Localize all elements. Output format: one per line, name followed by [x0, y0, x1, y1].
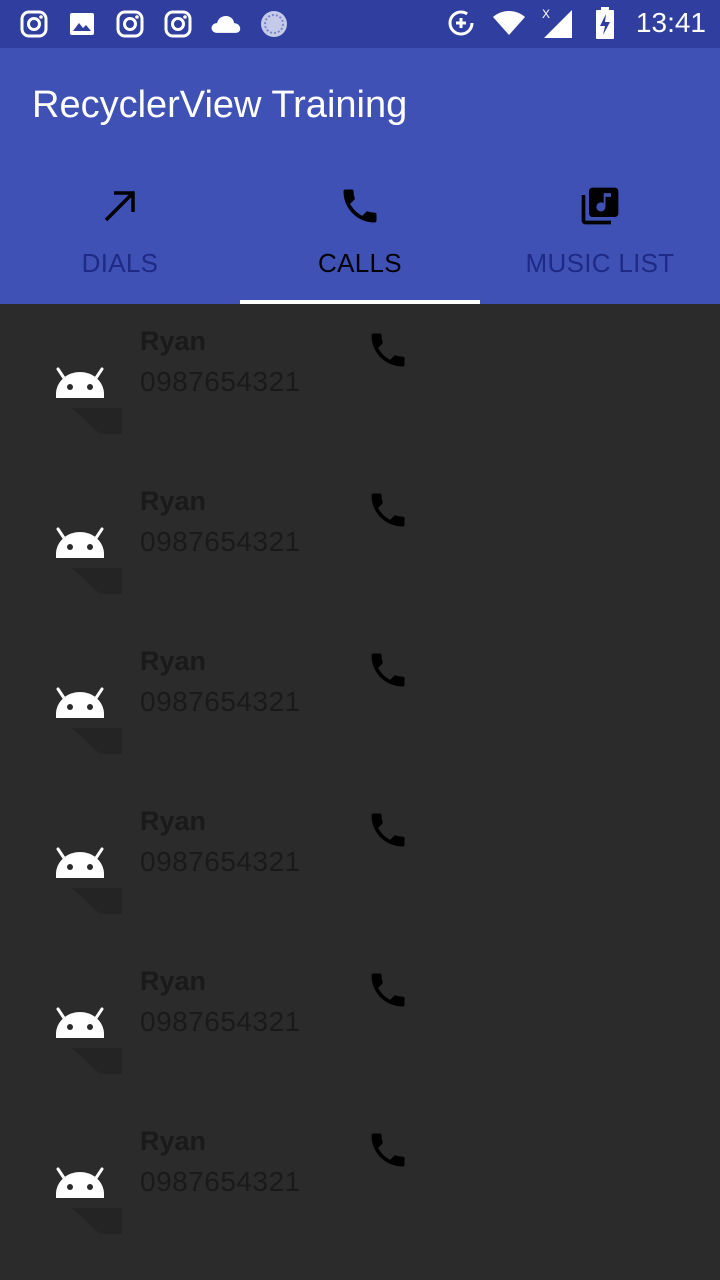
call-button[interactable] — [364, 966, 412, 1014]
contact-phone: 0987654321 — [140, 686, 301, 717]
status-bar: X 13:41 — [0, 0, 720, 48]
tab-dials[interactable]: DIALS — [0, 160, 240, 304]
notification-icons — [18, 8, 290, 40]
instagram-icon — [114, 8, 146, 40]
phone-icon — [240, 182, 480, 230]
list-item[interactable]: Ryan 0987654321 — [0, 624, 720, 784]
phone-icon — [371, 493, 405, 527]
call-made-icon — [0, 182, 240, 230]
contact-name: Ryan — [140, 646, 207, 676]
list-item[interactable]: Ryan 0987654321 — [0, 1104, 720, 1264]
app-bar: RecyclerView Training DIALS CALLS MUSIC … — [0, 48, 720, 304]
tab-label: DIALS — [81, 248, 159, 278]
instagram-icon — [162, 8, 194, 40]
phone-icon — [371, 973, 405, 1007]
android-icon — [40, 1144, 130, 1234]
phone-icon — [371, 1133, 405, 1167]
contact-name: Ryan — [140, 1126, 207, 1156]
tab-calls[interactable]: CALLS — [240, 160, 480, 304]
tab-label: MUSIC LIST — [525, 248, 675, 278]
library-music-icon — [480, 182, 720, 230]
svg-text:X: X — [542, 7, 550, 21]
phone-icon — [371, 813, 405, 847]
call-button[interactable] — [364, 326, 412, 374]
list-item[interactable]: Ryan 0987654321 — [0, 464, 720, 624]
wifi-icon — [492, 6, 526, 40]
phone-icon — [371, 653, 405, 687]
contact-phone: 0987654321 — [140, 846, 301, 877]
contact-phone: 0987654321 — [140, 526, 301, 557]
list-item[interactable]: Ryan 0987654321 — [0, 784, 720, 944]
list-item[interactable]: Ryan 0987654321 — [0, 944, 720, 1104]
contact-name: Ryan — [140, 326, 207, 356]
call-button[interactable] — [364, 486, 412, 534]
contact-phone: 0987654321 — [140, 1006, 301, 1037]
tab-bar: DIALS CALLS MUSIC LIST — [0, 160, 720, 304]
android-icon — [40, 504, 130, 594]
data-saver-icon — [444, 6, 478, 40]
android-icon — [40, 824, 130, 914]
android-icon — [40, 344, 130, 434]
android-icon — [40, 984, 130, 1074]
contact-name: Ryan — [140, 486, 207, 516]
call-button[interactable] — [364, 1126, 412, 1174]
signal-icon: X — [540, 6, 574, 40]
android-icon — [40, 664, 130, 754]
page-title: RecyclerView Training — [32, 84, 408, 126]
contact-list[interactable]: Ryan 0987654321 Ryan 0987654321 Ryan 098… — [0, 304, 720, 1280]
sync-circle-icon — [258, 8, 290, 40]
battery-charging-icon — [588, 6, 622, 40]
contact-phone: 0987654321 — [140, 366, 301, 397]
instagram-icon — [18, 8, 50, 40]
list-item[interactable]: Ryan 0987654321 — [0, 304, 720, 464]
contact-name: Ryan — [140, 966, 207, 996]
contact-name: Ryan — [140, 806, 207, 836]
tab-label: CALLS — [318, 248, 402, 278]
call-button[interactable] — [364, 646, 412, 694]
phone-icon — [371, 333, 405, 367]
tab-music-list[interactable]: MUSIC LIST — [480, 160, 720, 304]
image-icon — [66, 8, 98, 40]
call-button[interactable] — [364, 806, 412, 854]
contact-phone: 0987654321 — [140, 1166, 301, 1197]
status-clock: 13:41 — [635, 7, 706, 38]
system-icons: X 13:41 — [444, 6, 706, 40]
cloud-icon — [210, 8, 242, 40]
